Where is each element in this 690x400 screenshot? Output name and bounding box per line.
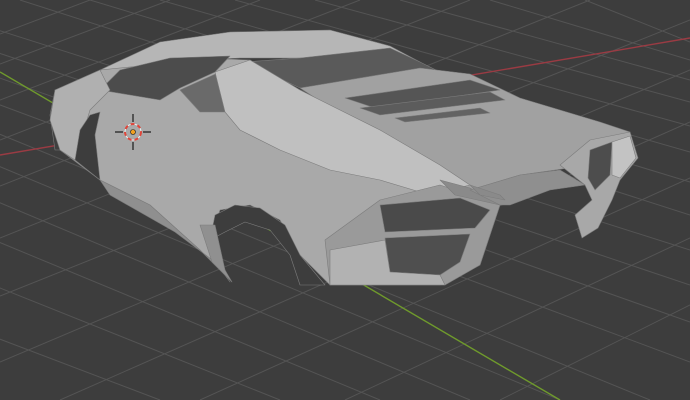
object-origin-icon [130,129,136,135]
viewport-canvas[interactable] [0,0,690,400]
3d-viewport[interactable] [0,0,690,400]
